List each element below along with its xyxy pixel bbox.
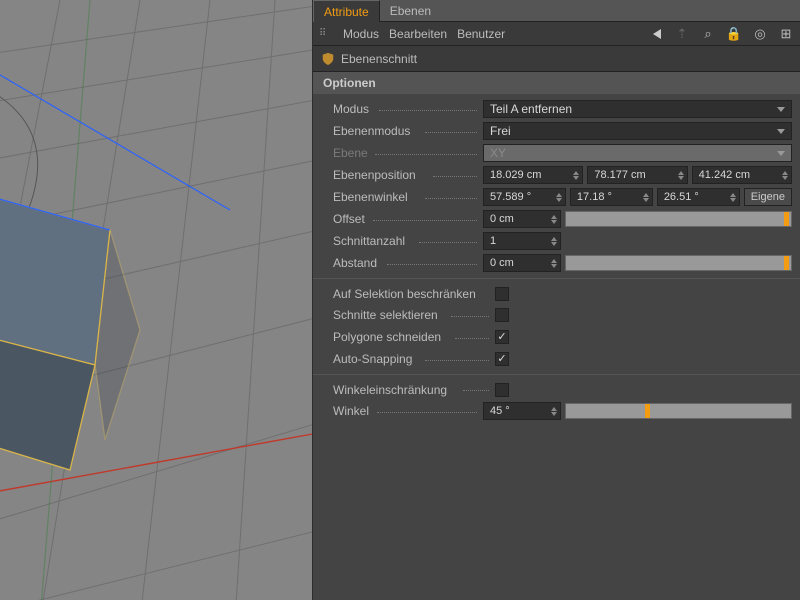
label-modus: Modus [333,102,481,116]
tab-attribute[interactable]: Attribute [313,0,380,22]
input-ang-x[interactable]: 57.589 ° [483,188,566,206]
search-icon[interactable]: ⌕ [700,26,716,42]
select-modus[interactable]: Teil A entfernen [483,100,792,118]
checkbox-auf-selektion[interactable] [495,287,509,301]
lock-icon[interactable]: 🔒 [726,26,742,42]
properties-list: Modus Teil A entfernen Ebenenmodus Frei … [313,94,800,422]
add-icon[interactable]: ⊞ [778,26,794,42]
label-winkel: Winkel [333,404,481,418]
input-offset[interactable]: 0 cm [483,210,561,228]
input-schnittanzahl[interactable]: 1 [483,232,561,250]
select-ebene: XY [483,144,792,162]
panel-tabs: Attribute Ebenen [313,0,800,22]
checkbox-autosnap[interactable] [495,352,509,366]
checkbox-winkelein[interactable] [495,383,509,397]
object-header: Ebenenschnitt [313,46,800,72]
select-ebenenmodus[interactable]: Frei [483,122,792,140]
input-ang-y[interactable]: 17.18 ° [570,188,653,206]
shield-icon [321,52,335,66]
target-icon[interactable]: ◎ [752,26,768,42]
label-autosnap: Auto-Snapping [333,352,493,366]
panel-menubar: ⠿ Modus Bearbeiten Benutzer ⇡ ⌕ 🔒 ◎ ⊞ [313,22,800,46]
input-pos-x[interactable]: 18.029 cm [483,166,583,184]
menu-benutzer[interactable]: Benutzer [457,27,505,41]
chevron-down-icon [777,129,785,134]
label-auf-selektion: Auf Selektion beschränken [333,287,493,301]
label-polygone: Polygone schneiden [333,330,493,344]
input-winkel[interactable]: 45 ° [483,402,561,420]
menu-modus[interactable]: Modus [343,27,379,41]
menu-bearbeiten[interactable]: Bearbeiten [389,27,447,41]
nav-back-icon[interactable] [653,29,661,39]
label-ebene: Ebene [333,146,481,160]
slider-abstand[interactable] [565,255,792,271]
label-schnittanzahl: Schnittanzahl [333,234,481,248]
input-pos-z[interactable]: 41.242 cm [692,166,792,184]
button-eigene[interactable]: Eigene [744,188,792,206]
tab-optionen[interactable]: Optionen [313,72,386,94]
input-pos-y[interactable]: 78.177 cm [587,166,687,184]
label-abstand: Abstand [333,256,481,270]
attribute-panel: Attribute Ebenen ⠿ Modus Bearbeiten Benu… [312,0,800,600]
nav-up-icon[interactable]: ⇡ [674,26,690,42]
label-schnitte-sel: Schnitte selektieren [333,308,493,322]
chevron-down-icon [777,151,785,156]
label-ebenenmodus: Ebenenmodus [333,124,481,138]
slider-offset[interactable] [565,211,792,227]
3d-viewport[interactable] [0,0,312,600]
grip-icon: ⠿ [319,28,333,39]
checkbox-polygone[interactable] [495,330,509,344]
slider-winkel[interactable] [565,403,792,419]
label-ebenenposition: Ebenenposition [333,168,481,182]
tab-ebenen[interactable]: Ebenen [380,0,441,22]
label-offset: Offset [333,212,481,226]
label-ebenenwinkel: Ebenenwinkel [333,190,481,204]
checkbox-schnitte-sel[interactable] [495,308,509,322]
label-winkelein: Winkeleinschränkung [333,383,493,397]
input-abstand[interactable]: 0 cm [483,254,561,272]
object-name: Ebenenschnitt [341,52,417,66]
section-tabs: Optionen [313,72,800,94]
chevron-down-icon [777,107,785,112]
input-ang-z[interactable]: 26.51 ° [657,188,740,206]
